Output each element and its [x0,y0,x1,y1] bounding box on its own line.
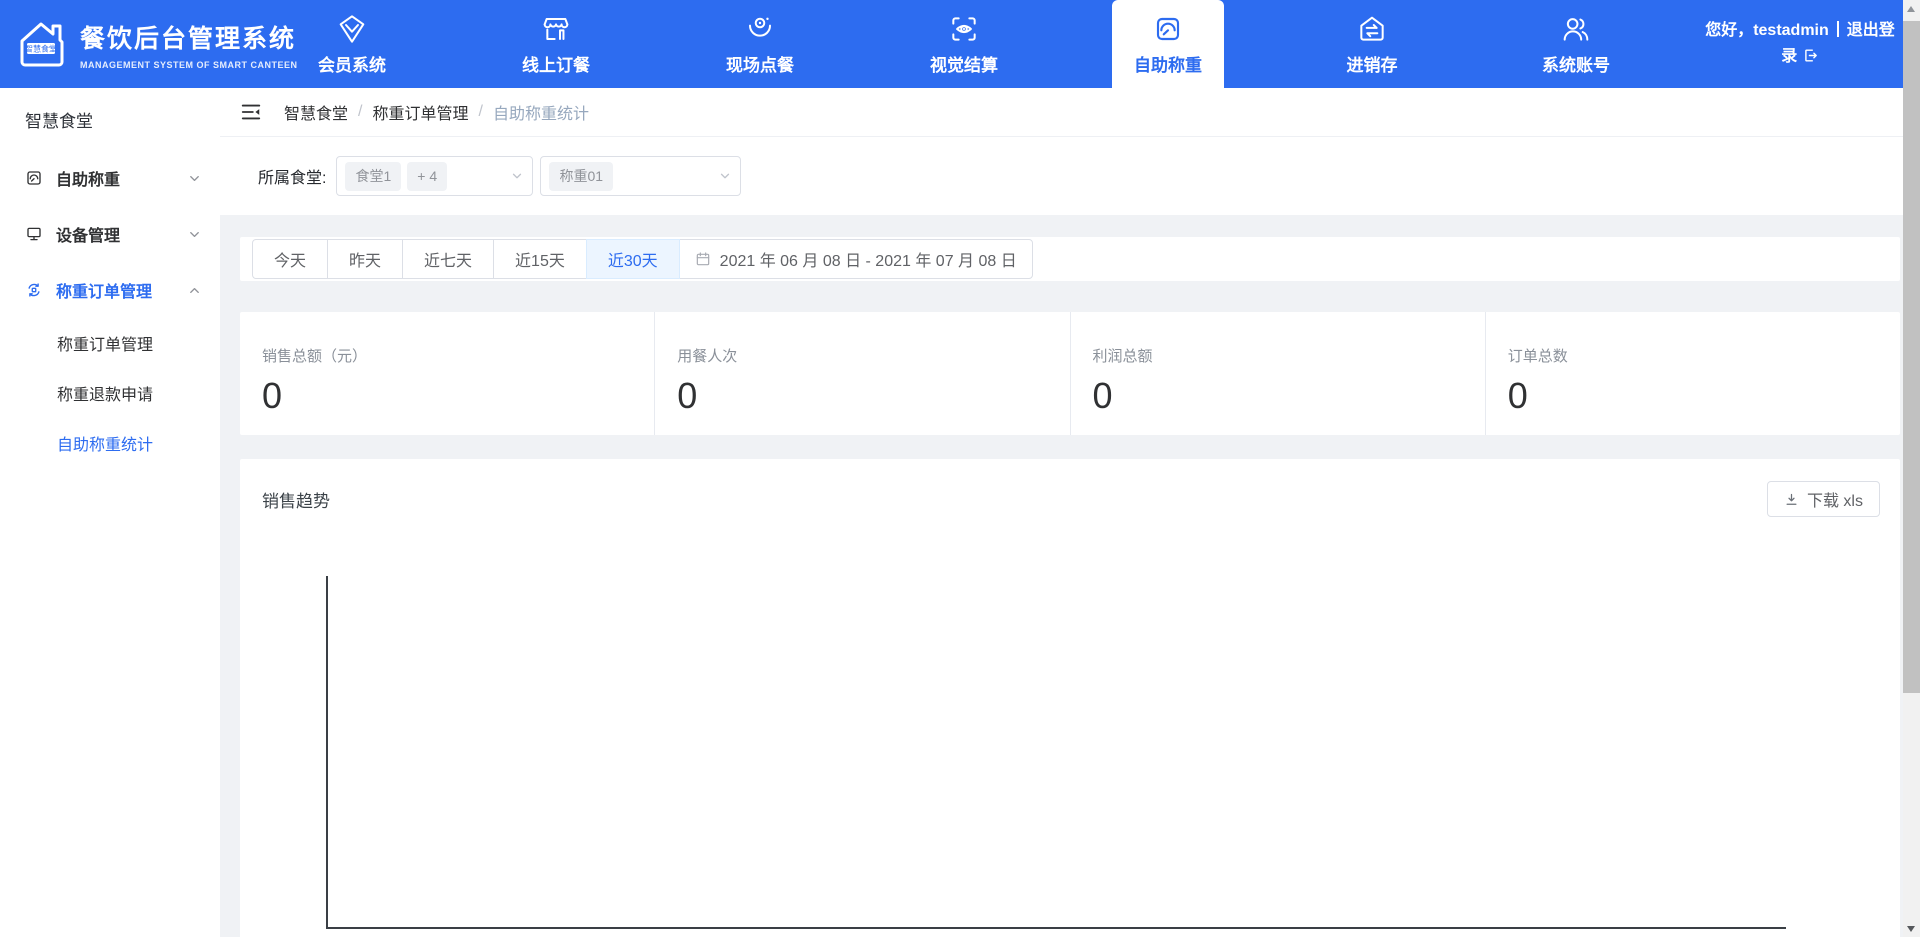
divider [1837,21,1839,37]
storefront-icon [540,13,572,45]
sidebar-subitem-self-weighing-statistics[interactable]: 自助称重统计 [0,418,220,468]
logout-icon [1802,47,1819,64]
breadcrumb-item-weighing-orders[interactable]: 称重订单管理 [372,100,468,124]
sidebar-item-self-weighing[interactable]: 自助称重 [0,150,220,206]
download-xls-button[interactable]: 下载 xls [1767,481,1880,517]
vertical-scrollbar[interactable] [1903,0,1920,937]
sidebar-item-weighing-order-management[interactable]: 称重订单管理 [0,262,220,318]
scrollbar-up-arrow-icon[interactable] [1907,6,1915,12]
date-button-today[interactable]: 今天 [252,239,328,279]
download-icon [1784,492,1799,507]
chevron-down-icon [187,227,202,242]
logo-text: 智慧食堂 [25,44,57,54]
selected-tag: 称重01 [549,162,613,191]
chevron-down-icon [510,169,524,183]
nav-item-onsite-ordering[interactable]: 现场点餐 [658,0,862,88]
chart-title: 销售趋势 [262,487,330,512]
stats-card: 销售总额（元） 0 用餐人次 0 利润总额 0 订单总数 0 [240,312,1900,435]
stat-total-orders: 订单总数 0 [1486,312,1900,435]
date-range-text: 2021 年 06 月 08 日 - 2021 年 07 月 08 日 [720,247,1017,271]
date-button-last7days[interactable]: 近七天 [402,239,494,279]
date-button-yesterday[interactable]: 昨天 [327,239,403,279]
gem-icon [336,13,368,45]
sidebar-item-device-management[interactable]: 设备管理 [0,206,220,262]
app-subtitle: MANAGEMENT SYSTEM OF SMART CANTEEN [80,60,298,70]
nav-item-self-weighing[interactable]: 自助称重 [1066,0,1270,88]
user-area: 您好，testadmin退出登录 [1678,0,1920,88]
breadcrumb-item-home[interactable]: 智慧食堂 [284,100,348,124]
breadcrumb-item-current: 自助称重统计 [493,100,589,124]
scrollbar-thumb[interactable] [1903,21,1920,693]
scrollbar-down-arrow-icon[interactable] [1907,926,1915,932]
sales-trend-chart-plot-area [326,576,1786,929]
nav-item-member-system[interactable]: 会员系统 [250,0,454,88]
nav-item-vision-settlement[interactable]: 视觉结算 [862,0,1066,88]
stat-diner-count: 用餐人次 0 [655,312,1070,435]
app-logo-icon: 智慧食堂 [14,17,68,71]
vision-scan-icon [948,13,980,45]
canteen-filter-label: 所属食堂: [258,164,326,188]
top-nav-menu: 会员系统 线上订餐 [250,0,1678,88]
date-button-last15days[interactable]: 近15天 [493,239,587,279]
stat-total-profit: 利润总额 0 [1071,312,1486,435]
date-filter-strip: 今天 昨天 近七天 近15天 近30天 2021 年 06 月 08 日 - 2… [240,237,1900,281]
date-button-last30days[interactable]: 近30天 [586,239,680,279]
stat-total-sales: 销售总额（元） 0 [240,312,655,435]
collapse-menu-icon[interactable] [240,101,262,123]
scale-gauge-icon [1152,13,1184,45]
calendar-icon [695,251,711,267]
device-icon [25,225,43,243]
sidebar-header: 智慧食堂 [0,88,220,150]
brand: 智慧食堂 餐饮后台管理系统 MANAGEMENT SYSTEM OF SMART… [0,0,250,88]
nav-item-inventory[interactable]: 进销存 [1270,0,1474,88]
top-navbar: 智慧食堂 餐饮后台管理系统 MANAGEMENT SYSTEM OF SMART… [0,0,1920,88]
user-greeting: 您好，testadmin [1705,22,1829,39]
page-content: 今天 昨天 近七天 近15天 近30天 2021 年 06 月 08 日 - 2… [220,215,1920,937]
canteen-select[interactable]: 食堂1 + 4 [336,156,533,196]
chevron-down-icon [718,169,732,183]
chevron-up-icon [187,283,202,298]
sidebar-subitem-weighing-refund-request[interactable]: 称重退款申请 [0,368,220,418]
sales-trend-card: 销售趋势 下载 xls [240,459,1900,937]
main-content: 智慧食堂 / 称重订单管理 / 自助称重统计 所属食堂: 食堂1 + 4 称重0… [220,88,1920,937]
date-range-picker[interactable]: 2021 年 06 月 08 日 - 2021 年 07 月 08 日 [679,239,1033,279]
selected-tag: 食堂1 [345,162,401,191]
scale-gauge-icon [25,169,43,187]
more-count-tag: + 4 [407,162,447,191]
warehouse-icon [1356,13,1388,45]
filter-panel: 所属食堂: 食堂1 + 4 称重01 [220,137,1920,215]
breadcrumb: 智慧食堂 / 称重订单管理 / 自助称重统计 [284,100,589,124]
scale-device-select[interactable]: 称重01 [540,156,741,196]
weighing-order-icon [25,281,43,299]
nav-item-system-account[interactable]: 系统账号 [1474,0,1678,88]
sidebar-subitem-weighing-order-management[interactable]: 称重订单管理 [0,318,220,368]
users-icon [1560,13,1592,45]
sidebar: 智慧食堂 自助称重 设备管理 [0,88,220,937]
chevron-down-icon [187,171,202,186]
nav-item-online-ordering[interactable]: 线上订餐 [454,0,658,88]
dine-in-icon [744,13,776,45]
breadcrumb-bar: 智慧食堂 / 称重订单管理 / 自助称重统计 [220,88,1920,137]
